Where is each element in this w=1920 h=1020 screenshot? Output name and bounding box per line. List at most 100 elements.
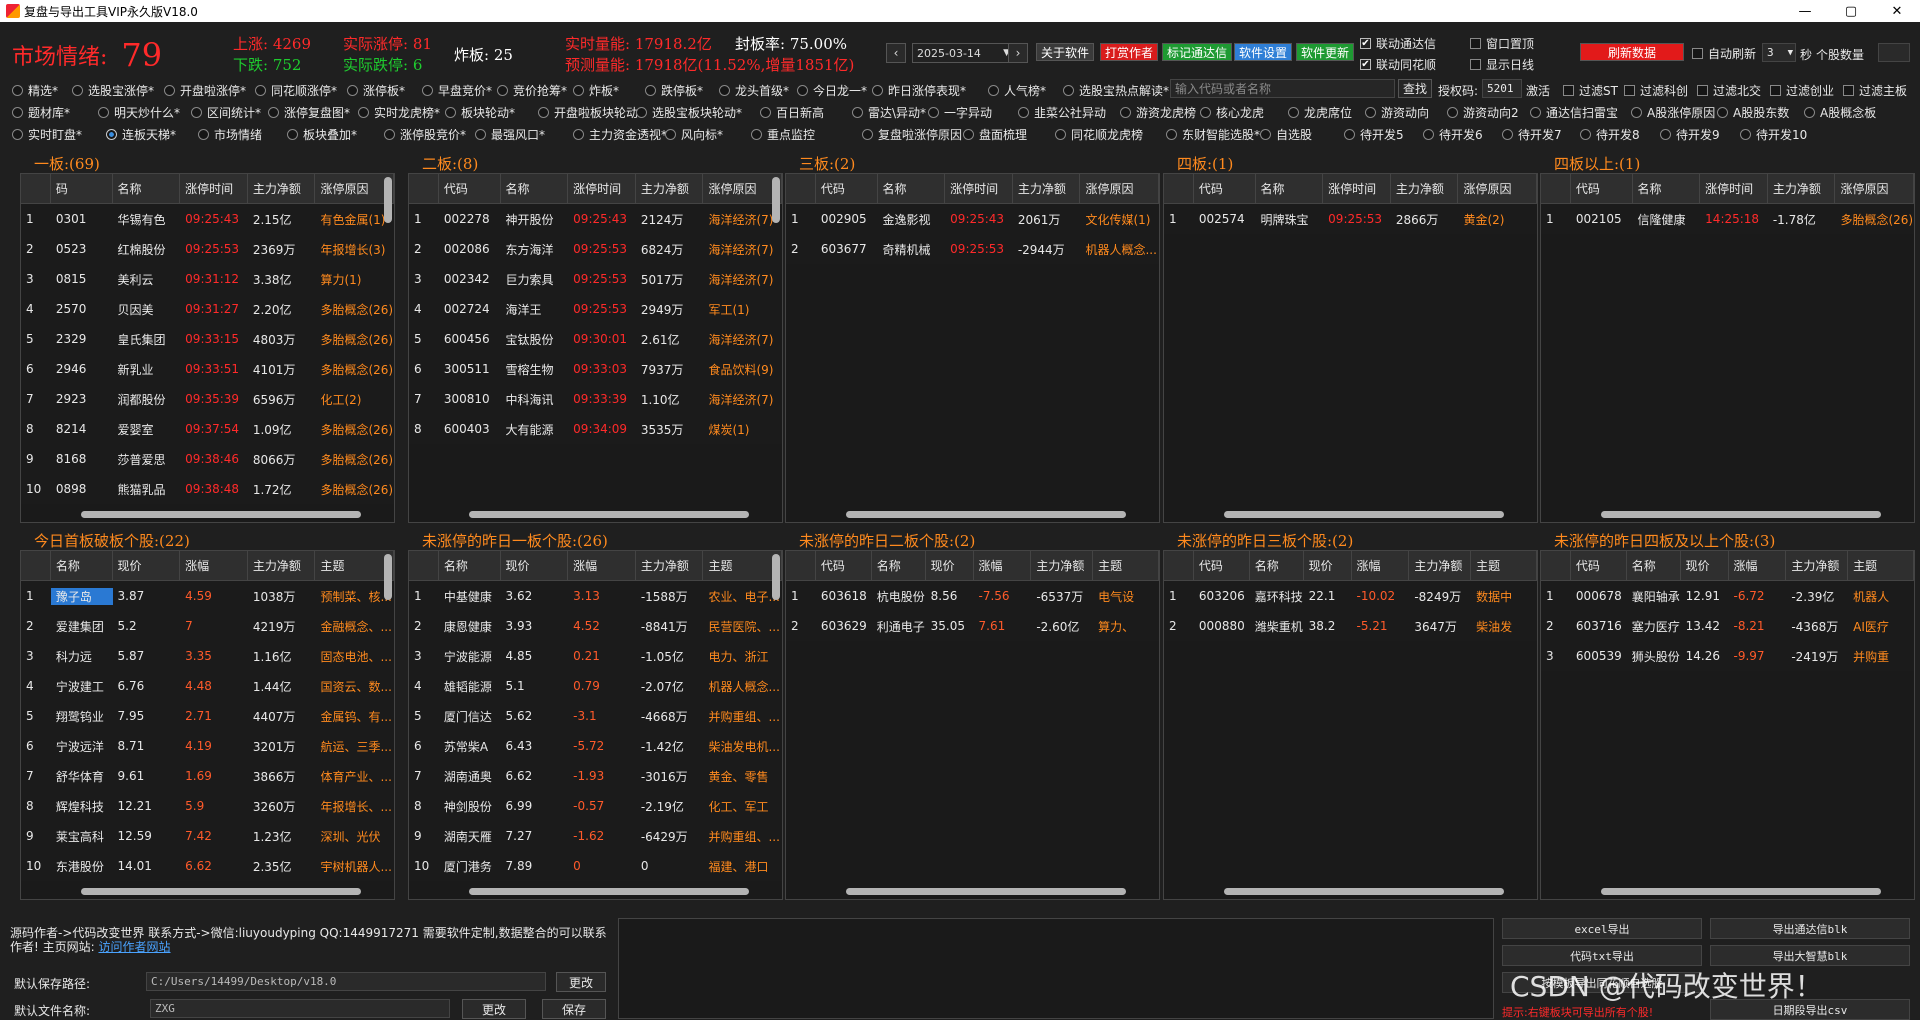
table-row[interactable]: 7 舒华体育 9.61 1.69 3866万 体育产业、...: [21, 761, 394, 791]
table-row[interactable]: 5 2329 皇氏集团 09:33:15 4803万 多胎概念(26): [21, 324, 394, 354]
column-header[interactable]: 涨幅: [1352, 551, 1410, 580]
column-header[interactable]: 名称: [1627, 551, 1681, 580]
filter-zb-checkbox[interactable]: 过滤主板: [1843, 82, 1907, 99]
table-row[interactable]: 3 科力远 5.87 3.35 1.16亿 固态电池、...: [21, 641, 394, 671]
filter-r1-1[interactable]: 选股宝涨停*: [72, 82, 154, 99]
column-header[interactable]: 名称: [439, 551, 501, 580]
save-path-input[interactable]: C:/Users/14499/Desktop/v18.0: [146, 972, 546, 991]
bottom-grid-1[interactable]: 名称 现价 涨幅 主力净额 主题 1 中基健康 3.62 3.13 -1588万 农业、电子... 2…: [408, 550, 783, 900]
column-header[interactable]: 主题: [315, 551, 394, 580]
table-row[interactable]: 3 002342 巨力索具 09:25:53 5017万 海洋经济(7): [409, 264, 782, 294]
table-row[interactable]: 1 000678 襄阳轴承 12.91 -6.72 -2.39亿 机器人: [1541, 581, 1914, 611]
filter-r3-0[interactable]: 实时盯盘*: [12, 126, 82, 143]
table-row[interactable]: 2 603716 塞力医疗 13.42 -8.21 -4368万 AI医疗: [1541, 611, 1914, 641]
dzh-export-button[interactable]: 导出大智慧blk: [1710, 945, 1910, 966]
table-row[interactable]: 4 002724 海洋王 09:25:53 2949万 军工(1): [409, 294, 782, 324]
table-row[interactable]: 6 300511 雪榕生物 09:33:03 7937万 食品饮料(9): [409, 354, 782, 384]
table-row[interactable]: 8 辉煌科技 12.21 5.9 3260万 年报增长、...: [21, 791, 394, 821]
filter-r3-10[interactable]: 盘面梳理: [963, 126, 1027, 143]
top-grid-0[interactable]: 码名称 涨停时间 主力净额 涨停原因 1 0301 华锡有色 09:25:43 2.15亿 有色金…: [20, 173, 395, 523]
column-header[interactable]: 现价: [1304, 551, 1352, 580]
filter-r3-5[interactable]: 最强风口*: [475, 126, 545, 143]
column-header[interactable]: 涨停原因: [1458, 174, 1537, 203]
table-row[interactable]: 4 宁波建工 6.76 4.48 1.44亿 国资云、数...: [21, 671, 394, 701]
column-header[interactable]: 名称: [878, 174, 946, 203]
column-header[interactable]: 涨停时间: [1700, 174, 1768, 203]
column-header[interactable]: 代码: [1571, 174, 1633, 203]
search-button[interactable]: 查找: [1398, 79, 1432, 98]
horizontal-scrollbar[interactable]: [846, 888, 1126, 895]
vertical-scrollbar[interactable]: [772, 554, 780, 600]
author-site-link[interactable]: 访问作者网站: [99, 940, 171, 954]
column-header[interactable]: 主力净额: [636, 551, 704, 580]
table-row[interactable]: 1 603206 嘉环科技 22.1 -10.02 -8249万 数据中: [1164, 581, 1537, 611]
filter-r2-16[interactable]: 游资动向2: [1447, 104, 1519, 121]
filter-r2-3[interactable]: 涨停复盘图*: [268, 104, 350, 121]
column-header[interactable]: 涨停原因: [703, 174, 782, 203]
table-row[interactable]: 10 东港股份 14.01 6.62 2.35亿 宇树机器人...: [21, 851, 394, 881]
filter-r1-4[interactable]: 涨停板*: [347, 82, 405, 99]
link-ths-checkbox[interactable]: ✔ 联动同花顺: [1360, 56, 1436, 73]
filter-r2-13[interactable]: 核心龙虎: [1200, 104, 1264, 121]
table-row[interactable]: 3 0815 美利云 09:31:12 3.38亿 算力(1): [21, 264, 394, 294]
column-header[interactable]: 涨停时间: [945, 174, 1013, 203]
column-header[interactable]: 现价: [501, 551, 569, 580]
search-input[interactable]: 输入代码或者名称: [1170, 79, 1395, 98]
update-button[interactable]: 软件更新: [1296, 43, 1355, 61]
column-header[interactable]: 主力净额: [1013, 174, 1081, 203]
filter-st-checkbox[interactable]: 过滤ST: [1563, 82, 1618, 99]
table-row[interactable]: 1 豫子岛 3.87 4.59 1038万 预制菜、核...: [21, 581, 394, 611]
horizontal-scrollbar[interactable]: [846, 511, 1126, 518]
column-header[interactable]: 名称: [1633, 174, 1701, 203]
table-row[interactable]: 8 神剑股份 6.99 -0.57 -2.19亿 化工、军工: [409, 791, 782, 821]
txt-export-button[interactable]: 代码txt导出: [1502, 945, 1702, 966]
filter-r1-9[interactable]: 龙头首级*: [719, 82, 789, 99]
vertical-scrollbar[interactable]: [772, 177, 780, 223]
table-row[interactable]: 5 600456 宝钛股份 09:30:01 2.61亿 海洋经济(7): [409, 324, 782, 354]
filter-r2-11[interactable]: 韭菜公社异动: [1018, 104, 1106, 121]
column-header[interactable]: 涨幅: [974, 551, 1032, 580]
interval-select[interactable]: 3 ▼: [1762, 43, 1796, 62]
vertical-scrollbar[interactable]: [384, 177, 392, 223]
table-row[interactable]: 2 603629 利通电子 35.05 7.61 -2.60亿 算力、: [786, 611, 1159, 641]
column-header[interactable]: 名称: [51, 551, 113, 580]
horizontal-scrollbar[interactable]: [81, 511, 361, 518]
table-row[interactable]: 1 002278 神开股份 09:25:43 2124万 海洋经济(7): [409, 204, 782, 234]
filter-r1-11[interactable]: 昨日涨停表现*: [872, 82, 966, 99]
table-row[interactable]: 1 002905 金逸影视 09:25:43 2061万 文化传媒(1): [786, 204, 1159, 234]
table-row[interactable]: 3 600539 狮头股份 14.26 -9.97 -2419万 并购重: [1541, 641, 1914, 671]
change-name-button[interactable]: 更改: [462, 999, 526, 1019]
filter-r3-3[interactable]: 板块叠加*: [287, 126, 357, 143]
filter-r2-8[interactable]: 百日新高: [760, 104, 824, 121]
table-row[interactable]: 5 厦门信达 5.62 -3.1 -4668万 并购重组、...: [409, 701, 782, 731]
top-grid-4[interactable]: 代码 名称 涨停时间 主力净额 涨停原因 1 002105 信隆健康 14:25:18 -1.78…: [1540, 173, 1915, 523]
table-row[interactable]: 2 000880 潍柴重机 38.2 -5.21 3647万 柴油发: [1164, 611, 1537, 641]
filter-r2-14[interactable]: 龙虎席位: [1288, 104, 1352, 121]
column-header[interactable]: 主力净额: [248, 551, 316, 580]
table-row[interactable]: 9 湖南天雁 7.27 -1.62 -6429万 并购重组、...: [409, 821, 782, 851]
next-date-button[interactable]: ›: [1008, 43, 1028, 63]
filter-r3-2[interactable]: 市场情绪: [198, 126, 262, 143]
table-row[interactable]: 6 2946 新乳业 09:33:51 4101万 多胎概念(26): [21, 354, 394, 384]
table-row[interactable]: 1 0301 华锡有色 09:25:43 2.15亿 有色金属(1): [21, 204, 394, 234]
column-header[interactable]: 涨幅: [1729, 551, 1787, 580]
filter-r2-6[interactable]: 开盘啦板块轮动*: [538, 104, 644, 121]
table-row[interactable]: 2 0523 红棉股份 09:25:53 2369万 年报增长(3): [21, 234, 394, 264]
column-header[interactable]: 代码: [816, 174, 878, 203]
filter-bj-checkbox[interactable]: 过滤北交: [1697, 82, 1761, 99]
table-row[interactable]: 1 002105 信隆健康 14:25:18 -1.78亿 多胎概念(26): [1541, 204, 1914, 234]
auth-input[interactable]: 5201: [1482, 79, 1522, 98]
horizontal-scrollbar[interactable]: [1224, 511, 1504, 518]
filter-r2-5[interactable]: 板块轮动*: [445, 104, 515, 121]
filter-r1-5[interactable]: 早盘竞价*: [422, 82, 492, 99]
filter-r1-3[interactable]: 同花顺涨停*: [255, 82, 337, 99]
filter-r1-10[interactable]: 今日龙一*: [797, 82, 867, 99]
column-header[interactable]: 现价: [113, 551, 181, 580]
top-grid-2[interactable]: 代码 名称 涨停时间 主力净额 涨停原因 1 002905 金逸影视 09:25:43 2061万…: [785, 173, 1160, 523]
horizontal-scrollbar[interactable]: [1224, 888, 1504, 895]
filter-r3-17[interactable]: 待开发8: [1580, 126, 1640, 143]
column-header[interactable]: 代码: [816, 551, 872, 580]
table-row[interactable]: 4 2570 贝因美 09:31:27 2.20亿 多胎概念(26): [21, 294, 394, 324]
save-button[interactable]: 保存: [542, 999, 606, 1019]
column-header[interactable]: 名称: [872, 551, 926, 580]
